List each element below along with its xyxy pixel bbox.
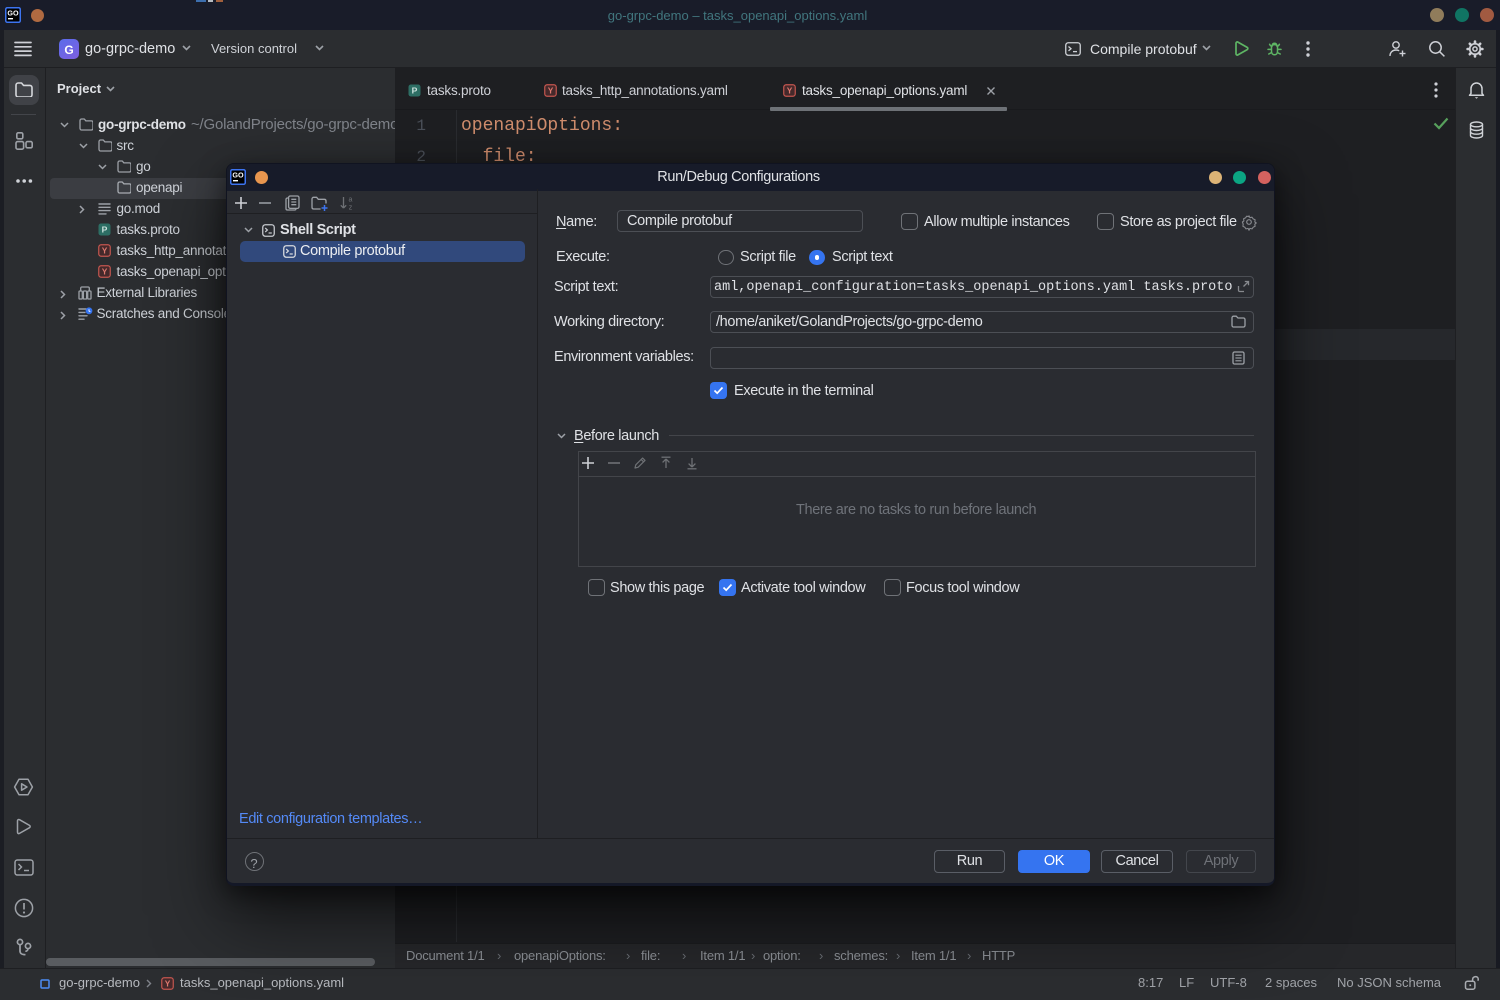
svg-text:P: P [102, 225, 108, 235]
svg-text:Y: Y [102, 267, 108, 277]
svg-text:a: a [349, 197, 353, 204]
svg-text:Y: Y [165, 979, 171, 989]
svg-text:Y: Y [548, 85, 554, 95]
svg-text:P: P [412, 85, 418, 95]
svg-text:Y: Y [102, 246, 108, 256]
svg-text:Y: Y [787, 85, 793, 95]
svg-text:GO: GO [232, 171, 244, 180]
svg-text:z: z [349, 205, 353, 212]
